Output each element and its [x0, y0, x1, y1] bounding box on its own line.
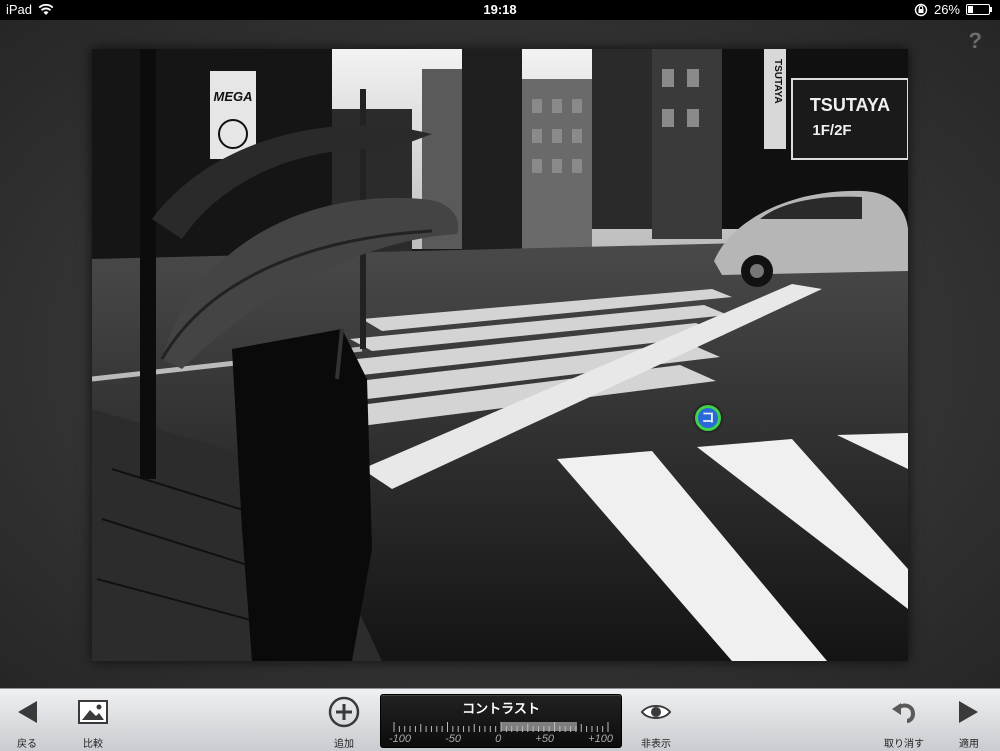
slider-scale: -100 -50 0 +50 +100: [389, 733, 613, 745]
add-circle-icon: [328, 696, 360, 728]
slider-title: コントラスト: [462, 701, 540, 716]
undo-label: 取り消す: [884, 739, 924, 750]
compare-button[interactable]: 比較: [78, 695, 108, 750]
clock: 19:18: [483, 2, 517, 17]
apply-label: 適用: [959, 739, 979, 750]
scale-label: -100: [389, 733, 412, 745]
hide-button[interactable]: 非表示: [640, 695, 672, 750]
help-button[interactable]: ?: [969, 28, 982, 54]
scale-label: +100: [588, 733, 613, 745]
back-button[interactable]: 戻る: [16, 695, 38, 750]
add-label: 追加: [334, 739, 354, 750]
control-point-marker[interactable]: コ: [695, 405, 721, 431]
undo-button[interactable]: 取り消す: [884, 695, 924, 750]
compare-label: 比較: [83, 739, 103, 750]
forward-arrow-icon: [959, 701, 978, 723]
back-label: 戻る: [17, 739, 37, 750]
eye-icon: [640, 705, 672, 719]
scale-label: +50: [535, 733, 555, 745]
contrast-slider[interactable]: コントラスト -100 -50 0 +50 +100: [380, 694, 622, 748]
bottom-toolbar: 戻る 比較 追加 コントラスト -100 -50 0 +50 +100 非表示 …: [0, 688, 1000, 751]
image-icon: [78, 700, 108, 724]
floor-sign: 1F/2F: [812, 122, 851, 139]
street-photo: MEGA TSUTAYA 1F/2F TSUTAYA: [92, 49, 908, 661]
battery-icon: [966, 4, 992, 15]
hide-label: 非表示: [641, 739, 671, 750]
mega-sign: MEGA: [214, 89, 253, 104]
status-bar: iPad 19:18 26%: [0, 0, 1000, 20]
undo-icon: [892, 703, 916, 723]
scale-label: 0: [495, 733, 502, 745]
battery-percent: 26%: [933, 2, 960, 17]
rotation-lock-icon: [914, 3, 928, 16]
tsutaya-vertical-sign: TSUTAYA: [772, 59, 783, 104]
add-button[interactable]: 追加: [328, 695, 360, 750]
apply-button[interactable]: 適用: [958, 695, 980, 750]
slider-ticks: [393, 722, 609, 732]
editor-canvas: ? MEGA TSUTAYA 1F/2F TSUTAYA コ: [0, 20, 1000, 688]
scale-label: -50: [445, 733, 462, 745]
photo-preview[interactable]: MEGA TSUTAYA 1F/2F TSUTAYA コ: [92, 49, 908, 661]
back-arrow-icon: [18, 701, 37, 723]
tsutaya-sign: TSUTAYA: [810, 95, 890, 115]
